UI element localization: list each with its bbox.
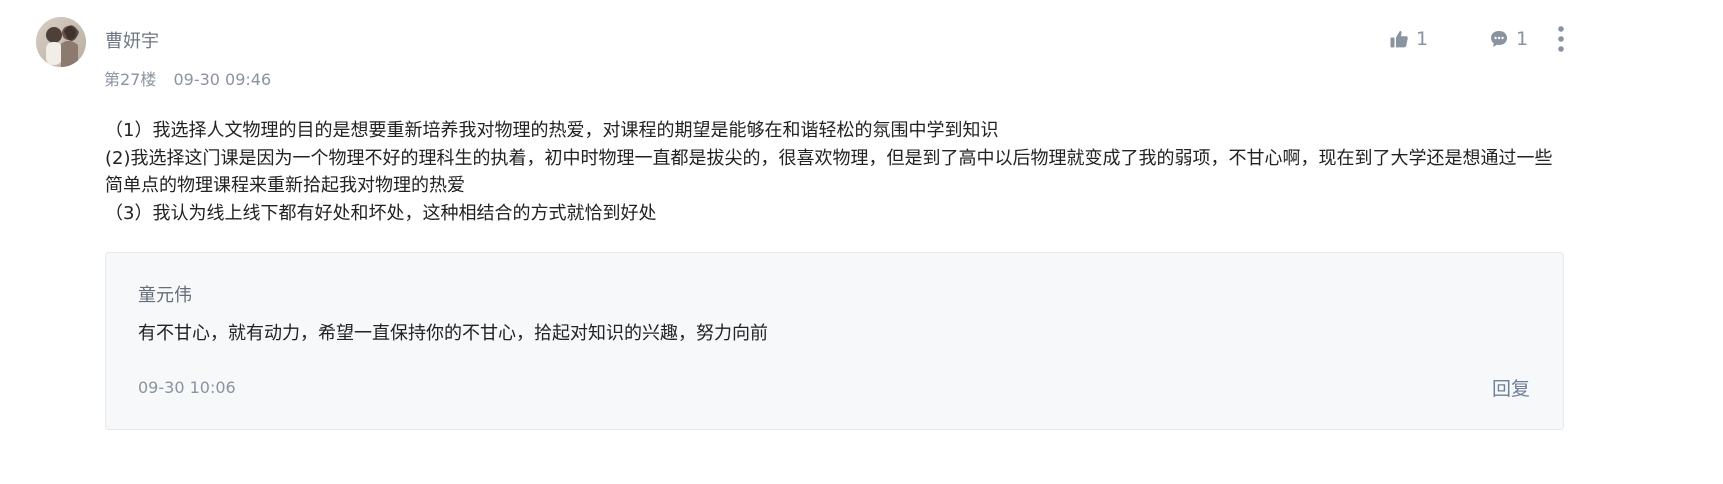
like-button[interactable]: 1 <box>1389 26 1428 52</box>
more-vertical-icon <box>1553 26 1569 58</box>
comment-button[interactable]: 1 <box>1489 26 1528 52</box>
thumb-up-icon <box>1389 29 1409 49</box>
post-content: （1）我选择人文物理的目的是想要重新培养我对物理的热爱，对课程的期望是能够在和谐… <box>105 117 1567 227</box>
comment-count: 1 <box>1516 28 1529 50</box>
post-author-name[interactable]: 曹妍宇 <box>105 30 159 54</box>
like-count: 1 <box>1416 28 1429 50</box>
reply-content: 有不甘心，就有动力，希望一直保持你的不甘心，拾起对知识的兴趣，努力向前 <box>138 323 768 344</box>
reply-button[interactable]: 回复 <box>1492 377 1530 401</box>
reply-time: 09-30 10:06 <box>138 378 236 397</box>
post-time: 09-30 09:46 <box>173 70 272 89</box>
author-avatar[interactable] <box>36 17 86 67</box>
more-options-button[interactable] <box>1553 24 1569 54</box>
reply-container: 童元伟 有不甘心，就有动力，希望一直保持你的不甘心，拾起对知识的兴趣，努力向前 … <box>105 252 1564 430</box>
post-actions: 1 1 <box>1323 22 1723 56</box>
post-paragraph: （3）我认为线上线下都有好处和坏处，这种相结合的方式就恰到好处 <box>105 202 657 224</box>
reply-author-name[interactable]: 童元伟 <box>138 284 192 308</box>
post-meta: 第27楼 09-30 09:46 <box>104 69 271 91</box>
post-paragraph: （1）我选择人文物理的目的是想要重新培养我对物理的热爱，对课程的期望是能够在和谐… <box>105 120 999 141</box>
comment-icon <box>1489 29 1509 49</box>
post-floor-number: 第27楼 <box>104 70 157 89</box>
post-paragraph: (2)我选择这门课是因为一个物理不好的理科生的执着，初中时物理一直都是拔尖的，很… <box>105 147 1553 197</box>
